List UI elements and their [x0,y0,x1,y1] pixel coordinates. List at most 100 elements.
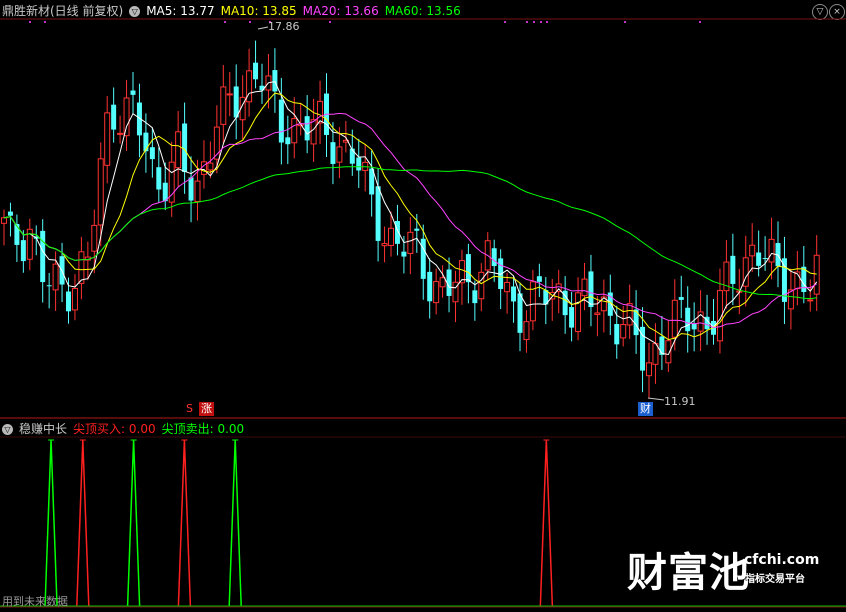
candle-up [336,146,343,163]
candle-up [388,227,394,246]
candle-down [762,258,768,260]
low-price-label: 11.91 [664,395,696,408]
candle-down [272,70,278,92]
buy-spike [76,439,90,607]
marker-dot [533,21,535,23]
candle-down [465,254,471,283]
candle-up [91,224,98,252]
candle-up [504,281,511,293]
candle-up [594,312,601,315]
candle-up [97,158,104,226]
candle-down [756,252,762,266]
candle-up [123,97,130,137]
candle-down [517,293,523,333]
candle-down [46,285,52,287]
future-data-note: 用到未来数据 [2,595,68,608]
sell-spike [228,439,242,607]
sell-label: 尖顶卖出: 0.00 [161,422,245,436]
indicator-header: ▽ 稳赚中长 尖顶买入: 0.00 尖顶卖出: 0.00 [2,419,250,439]
candle-down [349,148,355,164]
high-arrow [257,26,269,30]
candle-up [291,118,298,144]
watermark-brand: 财富池 [627,550,750,596]
low-arrow [647,397,665,401]
chart-window: { "header": { "title": "鼎胜新材(日线 前复权)", "… [0,0,846,612]
candle-up [207,162,214,171]
candle-down [149,147,155,160]
marker-dot [699,21,701,23]
marker-dot [540,21,542,23]
candle-down [356,157,362,171]
candle-down [162,182,168,202]
candle-up [104,112,111,166]
marker-dot [329,21,331,23]
candle-up [671,299,678,338]
candle-down [182,123,188,173]
candle-up [220,86,227,125]
indicator-name: 稳赚中长 [19,422,68,436]
marker-dot [504,21,506,23]
candle-down [730,255,736,284]
candle-up [71,288,78,311]
candle-down [40,230,46,283]
buy-spike [539,439,554,607]
candle-down [285,137,291,145]
candle-down [401,251,407,257]
candle-down [394,221,400,244]
candle-up [439,277,446,288]
candle-up [581,278,588,297]
candle-down [20,240,26,262]
candle-down [304,116,310,141]
candle-up [768,238,775,263]
candle-up [813,254,820,295]
candle-up [310,119,317,145]
watermark-slogan: 指标交易平台 [745,574,805,585]
candle-down [375,186,381,241]
candle-up [807,299,814,302]
candle-up [749,244,756,257]
candle-up [646,362,652,377]
buy-label: 尖顶买入: 0.00 [73,422,156,436]
candle-down [569,307,575,328]
candle-down [278,99,284,143]
sell-spike [126,439,141,607]
candle-down [511,286,517,302]
candle-down [536,276,542,282]
candle-down [66,291,71,312]
watermark-domain: cfchi.com [744,552,820,568]
candle-down [111,104,117,130]
marker-dot [526,21,528,23]
candle-up [226,93,233,96]
candle-up [620,324,627,339]
candle-down [188,177,194,201]
dropdown-icon[interactable]: ▽ [2,424,13,435]
candle-down [685,307,691,332]
marker-dot [546,21,548,23]
candle-up [78,251,85,284]
candle-down [414,228,420,231]
marker-dot [224,21,226,23]
candle-down [614,323,620,345]
candle-up [175,131,182,169]
candle-down [130,90,136,95]
candle-up [117,132,124,135]
candle-down [253,62,259,80]
zhang-badge: 涨 [199,402,214,416]
candle-down [491,248,497,267]
cai-badge: 财 [638,402,653,416]
candle-up [52,263,59,291]
marker-dot [624,21,626,23]
buy-spike [177,439,192,607]
candle-up [1,217,7,224]
candle-up [478,271,485,300]
marker-dot [29,21,31,23]
s-badge: S [186,402,193,415]
candle-down [7,211,13,216]
high-price-label: 17.86 [268,20,300,33]
candle-down [14,223,20,245]
price-chart[interactable] [0,0,846,612]
candle-up [381,243,388,247]
candle-up [407,231,414,254]
candle-down [472,290,478,304]
candle-up [523,321,530,341]
